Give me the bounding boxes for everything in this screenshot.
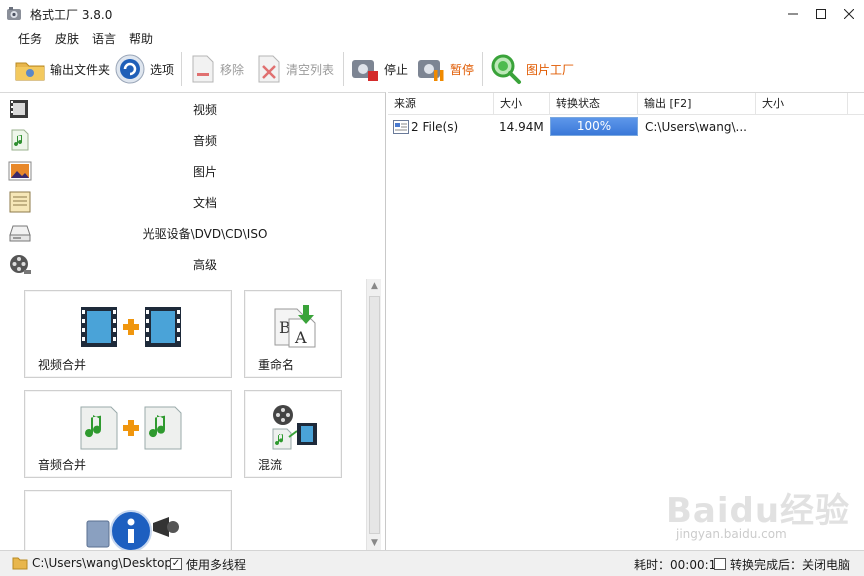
row-progress-bar: 100%	[550, 117, 638, 136]
video-merge-icon	[81, 307, 181, 347]
clear-list-label: 清空列表	[286, 62, 335, 77]
column-header-output-size[interactable]: 大小	[756, 93, 848, 115]
picture-factory-label: 图片工厂	[526, 62, 575, 77]
pause-label: 暂停	[450, 62, 475, 77]
status-bar: C:\Users\wang\Desktop ✓ 使用多线程 耗时：00:00:1…	[0, 550, 864, 576]
menu-skin[interactable]: 皮肤	[55, 30, 79, 47]
rename-tile[interactable]: B A 重命名	[244, 290, 342, 378]
picture-factory-button[interactable]: 图片工厂	[490, 52, 574, 86]
folder-icon	[15, 62, 45, 81]
stop-icon	[352, 60, 378, 81]
after-done-label: 转换完成后：关闭电脑	[730, 558, 851, 572]
elapsed-time: 耗时：00:00:12	[634, 558, 724, 572]
column-header-size[interactable]: 大小	[494, 93, 550, 115]
column-header-source[interactable]: 来源	[388, 93, 494, 115]
minimize-button[interactable]	[782, 4, 804, 24]
media-info-tile[interactable]	[24, 490, 232, 554]
column-header-status[interactable]: 转换状态	[550, 93, 638, 115]
audio-merge-tile[interactable]: 音频合并	[24, 390, 232, 478]
options-label: 选项	[150, 62, 175, 77]
category-video[interactable]: 视频	[0, 93, 386, 124]
category-picture[interactable]: 图片	[0, 155, 386, 186]
category-label: 图片	[192, 165, 217, 179]
category-label: 视频	[192, 103, 217, 117]
toolbar-separator	[343, 52, 344, 86]
column-header-output[interactable]: 输出 [F2]	[638, 93, 756, 115]
vertical-scrollbar[interactable]: ▲ ▼	[366, 279, 381, 551]
clear-list-button[interactable]: 清空列表	[256, 52, 334, 86]
remove-button[interactable]: 移除	[190, 52, 244, 86]
checkmark-icon: ✓	[171, 558, 181, 569]
minimize-icon	[788, 13, 798, 15]
menu-bar: 任务 皮肤 语言 帮助	[0, 28, 864, 48]
stop-label: 停止	[384, 62, 409, 77]
toolbar-separator	[482, 52, 483, 86]
format-factory-app-icon	[7, 7, 21, 20]
watermark-brand: Baidu经验	[666, 491, 851, 531]
audio-merge-label: 音频合并	[38, 458, 87, 472]
window-title: 格式工厂 3.8.0	[30, 8, 113, 22]
category-label: 文档	[192, 196, 217, 210]
list-header: 来源 大小 转换状态 输出 [F2] 大小	[388, 93, 864, 115]
options-button[interactable]: 选项	[114, 52, 174, 86]
maximize-button[interactable]	[810, 4, 832, 24]
output-folder-label: 输出文件夹	[50, 62, 111, 77]
mux-icon	[272, 405, 317, 450]
row-size: 14.94M	[499, 120, 544, 134]
audio-merge-icon	[80, 406, 182, 450]
remove-label: 移除	[220, 62, 245, 77]
media-info-icon	[86, 510, 179, 551]
toolbar: 输出文件夹 选项 移除 清空列表 停止 暂停 图片工厂	[0, 48, 864, 90]
toolbar-separator	[181, 52, 182, 86]
title-bar: 格式工厂 3.8.0	[0, 0, 864, 28]
category-label: 高级	[192, 258, 217, 272]
scroll-down-arrow-icon[interactable]: ▼	[367, 536, 382, 551]
maximize-icon	[816, 9, 826, 19]
multithread-label: 使用多线程	[186, 558, 247, 572]
task-list-panel: 来源 大小 转换状态 输出 [F2] 大小 2 File(s) 14.94M 1…	[388, 92, 864, 550]
category-audio[interactable]: 音频	[0, 124, 386, 155]
menu-task[interactable]: 任务	[18, 30, 42, 47]
scrollbar-thumb[interactable]	[369, 296, 380, 534]
progress-text: 100%	[576, 119, 612, 133]
category-document[interactable]: 文档	[0, 186, 386, 217]
mux-tile[interactable]: 混流	[244, 390, 342, 478]
rename-label: 重命名	[258, 358, 295, 372]
scroll-up-arrow-icon[interactable]: ▲	[367, 279, 382, 294]
video-merge-tile[interactable]: 视频合并	[24, 290, 232, 378]
remove-document-icon	[192, 55, 214, 83]
watermark-url: jingyan.baidu.com	[676, 527, 787, 541]
category-optical-drive[interactable]: 光驱设备\DVD\CD\ISO	[0, 217, 386, 248]
multithread-checkbox[interactable]: ✓	[170, 558, 182, 570]
category-label: 光驱设备\DVD\CD\ISO	[142, 227, 268, 241]
rename-icon: B A	[274, 305, 316, 348]
category-label: 音频	[192, 134, 217, 148]
close-icon	[843, 8, 855, 20]
category-panel: 视频 音频 图片 文档 光驱设备\DVD\CD\ISO 高级 视频合并 B A …	[0, 92, 386, 554]
output-folder-button[interactable]: 输出文件夹	[14, 52, 110, 86]
pause-button[interactable]: 暂停	[416, 52, 474, 86]
file-list-icon	[393, 120, 409, 134]
video-merge-label: 视频合并	[38, 358, 87, 372]
options-gear-icon	[115, 54, 145, 84]
baidu-watermark: Baidu经验 jingyan.baidu.com	[666, 483, 856, 551]
close-button[interactable]	[838, 4, 860, 24]
row-source: 2 File(s)	[411, 120, 459, 134]
menu-language[interactable]: 语言	[92, 30, 116, 47]
menu-help[interactable]: 帮助	[129, 30, 153, 47]
mux-label: 混流	[258, 458, 283, 472]
status-path[interactable]: C:\Users\wang\Desktop	[32, 556, 172, 570]
svg-text:A: A	[294, 328, 307, 347]
row-output: C:\Users\wang\...	[645, 120, 747, 134]
stop-button[interactable]: 停止	[350, 52, 408, 86]
folder-icon	[12, 557, 28, 570]
magnifier-icon	[491, 54, 521, 84]
after-done-checkbox[interactable]	[714, 558, 726, 570]
category-advanced[interactable]: 高级	[0, 248, 386, 279]
pause-icon	[418, 60, 444, 81]
clear-list-icon	[258, 55, 280, 83]
